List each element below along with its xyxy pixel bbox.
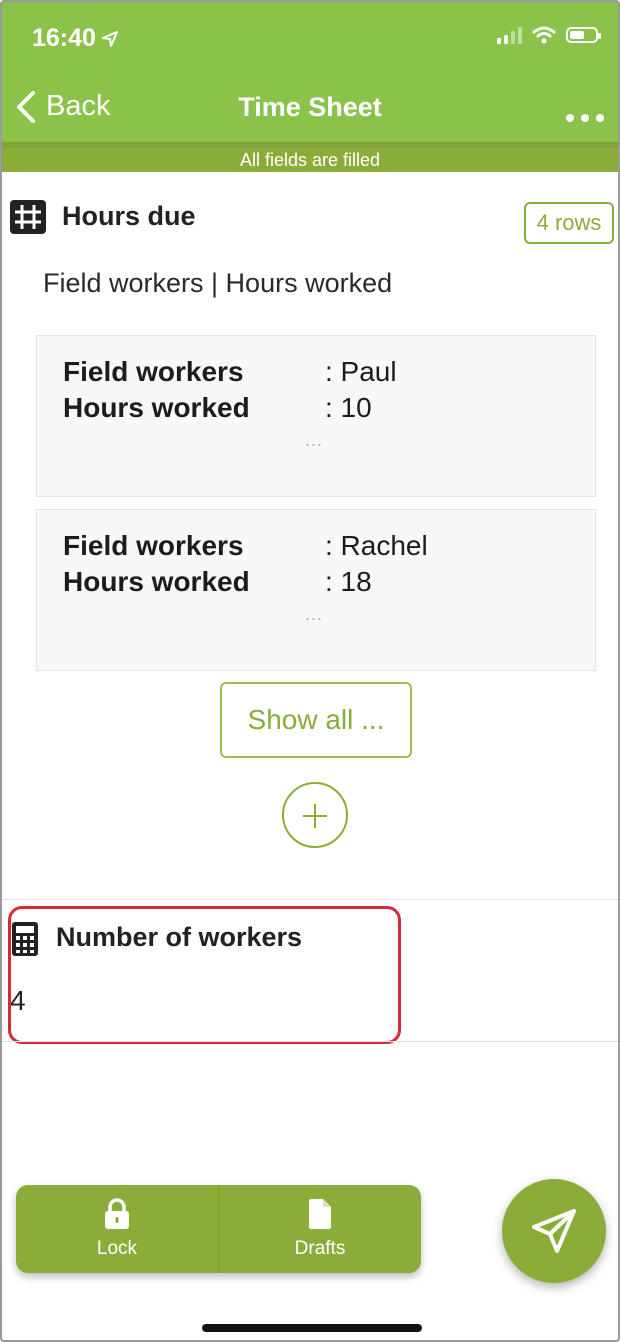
section-divider <box>2 1041 618 1042</box>
lock-button[interactable]: Lock <box>16 1185 218 1273</box>
drafts-label: Drafts <box>294 1238 346 1259</box>
show-all-button[interactable]: Show all ... <box>220 682 412 758</box>
row-more-indicator: ... <box>305 430 324 450</box>
section-title-hours-due: Hours due <box>62 201 196 231</box>
table-row[interactable]: Field workers : Paul Hours worked : 10 .… <box>36 335 596 497</box>
hours-label: Hours worked <box>63 566 250 597</box>
hours-label: Hours worked <box>63 392 250 423</box>
section-divider <box>2 899 618 900</box>
highlight-box <box>8 906 401 1044</box>
signal-icon <box>497 26 522 44</box>
document-icon <box>309 1199 331 1229</box>
table-row[interactable]: Field workers : Rachel Hours worked : 18… <box>36 509 596 671</box>
send-button[interactable] <box>502 1179 606 1283</box>
field-label: Field workers <box>63 530 244 561</box>
home-indicator <box>202 1324 422 1332</box>
send-icon <box>532 1209 576 1253</box>
location-arrow-icon <box>101 30 118 47</box>
page-title: Time Sheet <box>238 92 382 122</box>
drafts-button[interactable]: Drafts <box>218 1185 421 1273</box>
rows-count-badge[interactable]: 4 rows <box>524 202 614 244</box>
status-time-text: 16:40 <box>32 24 96 52</box>
table-grid-icon <box>10 200 46 234</box>
bottom-toolbar: Lock Drafts <box>16 1185 421 1273</box>
row-more-indicator: ... <box>305 604 324 624</box>
field-label: Field workers <box>63 356 244 387</box>
app-screen: 16:40 Back Time Sheet All fields are fil… <box>0 0 620 1342</box>
field-value: : Rachel <box>325 530 428 561</box>
hours-value: : 10 <box>325 392 372 423</box>
hours-value: : 18 <box>325 566 372 597</box>
nav-header: 16:40 Back Time Sheet <box>2 2 618 148</box>
status-icons <box>497 26 601 44</box>
status-time: 16:40 <box>32 24 118 53</box>
more-icon[interactable] <box>566 114 604 122</box>
battery-icon <box>566 27 601 43</box>
lock-icon <box>105 1198 129 1229</box>
columns-caption: Field workers | Hours worked <box>43 268 393 298</box>
status-message: All fields are filled <box>2 148 618 172</box>
wifi-icon <box>532 26 556 44</box>
add-row-button[interactable] <box>282 782 348 848</box>
field-value: : Paul <box>325 356 397 387</box>
lock-label: Lock <box>96 1238 138 1259</box>
